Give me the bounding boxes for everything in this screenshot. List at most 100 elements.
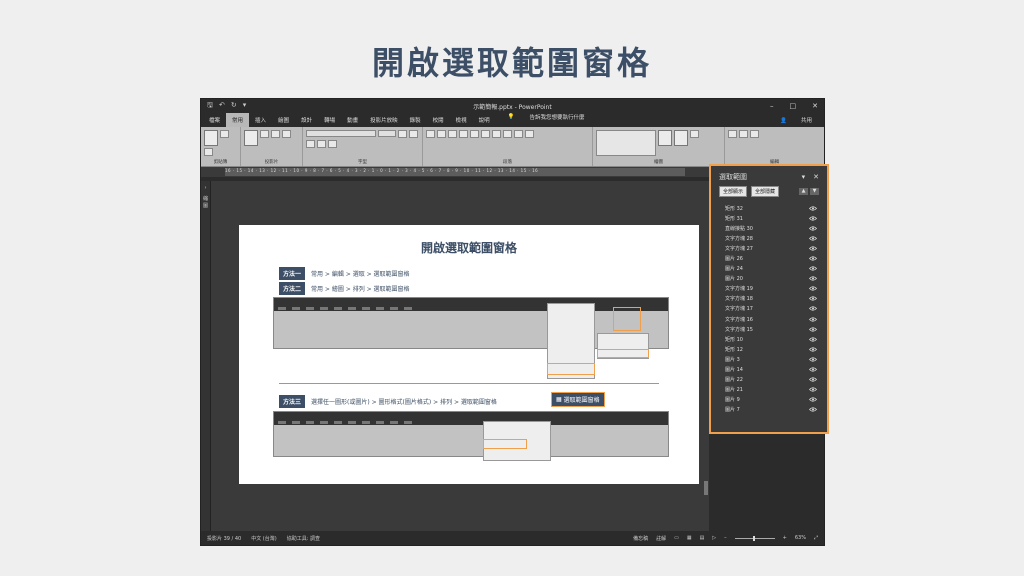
visibility-eye-icon[interactable] [809, 266, 817, 271]
visibility-eye-icon[interactable] [809, 246, 817, 251]
scrollbar-thumb[interactable] [704, 481, 708, 495]
customize-icon[interactable]: ▾ [243, 101, 247, 112]
accessibility-indicator[interactable]: 協助工具: 調查 [287, 535, 320, 542]
selection-list-item[interactable]: 直線接點 30 [711, 223, 827, 233]
selection-list-item[interactable]: 文字方塊 17 [711, 304, 827, 314]
tab-record[interactable]: 錄製 [404, 113, 427, 127]
section-icon[interactable] [282, 130, 291, 138]
pane-close-icon[interactable]: ✕ [813, 173, 819, 181]
slideshow-icon[interactable]: ▷ [712, 535, 716, 541]
font-color-icon[interactable] [328, 140, 337, 148]
selection-list-item[interactable]: 文字方塊 15 [711, 324, 827, 334]
tab-review[interactable]: 校閱 [427, 113, 450, 127]
smartart-icon[interactable] [525, 130, 534, 138]
visibility-eye-icon[interactable] [809, 367, 817, 372]
notes-button[interactable]: 備忘稿 [633, 535, 648, 542]
tab-design[interactable]: 設計 [295, 113, 318, 127]
new-slide-icon[interactable] [244, 130, 258, 146]
bring-forward-icon[interactable]: ▲ [799, 188, 808, 195]
fit-slide-icon[interactable]: ⤢ [814, 535, 818, 541]
visibility-eye-icon[interactable] [809, 377, 817, 382]
tab-animations[interactable]: 動畫 [341, 113, 364, 127]
selection-list-item[interactable]: 圖片 21 [711, 385, 827, 395]
underline-icon[interactable] [306, 140, 315, 148]
visibility-eye-icon[interactable] [809, 236, 817, 241]
visibility-eye-icon[interactable] [809, 337, 817, 342]
selection-list-item[interactable]: 圖片 14 [711, 365, 827, 375]
slide-sorter-icon[interactable]: ▦ [687, 535, 692, 541]
copy-icon[interactable] [204, 148, 213, 156]
visibility-eye-icon[interactable] [809, 306, 817, 312]
selection-list-item[interactable]: 圖片 24 [711, 264, 827, 274]
zoom-level[interactable]: 63% [795, 535, 806, 541]
tab-file[interactable]: 檔案 [203, 113, 226, 127]
paste-icon[interactable] [204, 130, 218, 146]
bold-icon[interactable] [398, 130, 407, 138]
thumbnail-pane[interactable]: › 縮圖 [201, 181, 211, 533]
redo-icon[interactable]: ↻ [231, 101, 237, 112]
justify-icon[interactable] [503, 130, 512, 138]
selection-list-item[interactable]: 矩形 32 [711, 203, 827, 213]
selection-list-item[interactable]: 圖片 20 [711, 274, 827, 284]
selection-list-item[interactable]: 矩形 12 [711, 344, 827, 354]
tab-home[interactable]: 常用 [226, 113, 250, 127]
align-center-icon[interactable] [481, 130, 490, 138]
language-indicator[interactable]: 中文 (台灣) [251, 535, 277, 542]
visibility-eye-icon[interactable] [809, 327, 817, 332]
send-backward-icon[interactable]: ▼ [810, 188, 819, 195]
visibility-eye-icon[interactable] [809, 407, 817, 413]
visibility-eye-icon[interactable] [809, 276, 817, 281]
visibility-eye-icon[interactable] [809, 347, 817, 352]
expand-thumbnails-icon[interactable]: › [201, 185, 210, 191]
maximize-icon[interactable]: □ [790, 102, 797, 110]
find-icon[interactable] [728, 130, 737, 138]
visibility-eye-icon[interactable] [809, 256, 817, 261]
minimize-icon[interactable]: – [770, 102, 774, 110]
tab-view[interactable]: 檢視 [450, 113, 473, 127]
selection-list-item[interactable]: 文字方塊 18 [711, 294, 827, 304]
comments-button[interactable]: 註解 [656, 535, 666, 542]
selection-list-item[interactable]: 矩形 10 [711, 334, 827, 344]
zoom-in-icon[interactable]: + [783, 535, 787, 541]
text-direction-icon[interactable] [514, 130, 523, 138]
align-left-icon[interactable] [470, 130, 479, 138]
tab-draw[interactable]: 繪圖 [272, 113, 295, 127]
font-size-select[interactable] [378, 130, 396, 137]
selection-list-item[interactable]: 圖片 7 [711, 405, 827, 415]
font-family-select[interactable] [306, 130, 376, 137]
layout-icon[interactable] [260, 130, 269, 138]
tab-transitions[interactable]: 轉場 [318, 113, 341, 127]
visibility-eye-icon[interactable] [809, 316, 817, 322]
tab-slideshow[interactable]: 投影片放映 [364, 113, 404, 127]
replace-icon[interactable] [739, 130, 748, 138]
selection-list-item[interactable]: 文字方塊 16 [711, 314, 827, 324]
align-right-icon[interactable] [492, 130, 501, 138]
zoom-slider[interactable] [734, 535, 775, 541]
normal-view-icon[interactable]: ▭ [674, 535, 679, 541]
numbering-icon[interactable] [437, 130, 446, 138]
shape-fill-icon[interactable] [690, 130, 699, 138]
selection-list-item[interactable]: 文字方塊 27 [711, 243, 827, 253]
save-icon[interactable]: 🖫 [207, 101, 213, 112]
indent-icon[interactable] [448, 130, 457, 138]
select-icon[interactable] [750, 130, 759, 138]
bullets-icon[interactable] [426, 130, 435, 138]
shapes-gallery[interactable] [596, 130, 656, 156]
outdent-icon[interactable] [459, 130, 468, 138]
close-icon[interactable]: ✕ [812, 102, 818, 110]
selection-list-item[interactable]: 圖片 9 [711, 395, 827, 405]
arrange-icon[interactable] [658, 130, 672, 146]
selection-list-item[interactable]: 圖片 26 [711, 253, 827, 263]
visibility-eye-icon[interactable] [809, 205, 817, 211]
current-slide[interactable]: 開啟選取範圍窗格 方法一 常用 > 編輯 > 選取 > 選取範圍窗格 方法二 常… [239, 225, 699, 484]
visibility-eye-icon[interactable] [809, 216, 817, 221]
visibility-eye-icon[interactable] [809, 357, 817, 362]
visibility-eye-icon[interactable] [809, 397, 817, 402]
show-all-button[interactable]: 全部顯示 [719, 186, 748, 197]
selection-list-item[interactable]: 文字方塊 28 [711, 233, 827, 243]
reading-view-icon[interactable]: ▤ [700, 535, 705, 541]
visibility-eye-icon[interactable] [809, 226, 817, 231]
italic-icon[interactable] [409, 130, 418, 138]
visibility-eye-icon[interactable] [809, 296, 817, 301]
zoom-out-icon[interactable]: – [724, 535, 727, 541]
